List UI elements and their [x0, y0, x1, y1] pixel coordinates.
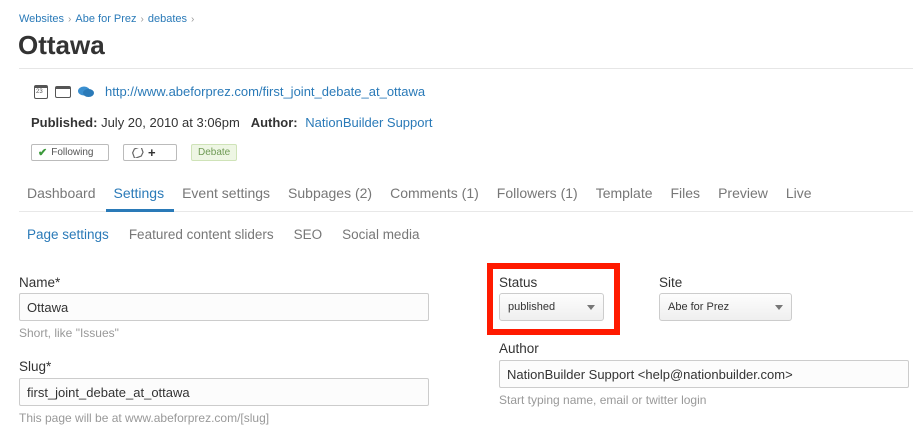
published-info: Published: July 20, 2010 at 3:06pm Autho… — [31, 115, 432, 130]
dropdown-arrow-icon — [775, 304, 783, 310]
slug-field[interactable]: first_joint_debate_at_ottawa — [19, 378, 429, 406]
tab-comments[interactable]: Comments (1) — [382, 178, 489, 212]
tab-dashboard[interactable]: Dashboard — [19, 178, 106, 212]
page-title: Ottawa — [18, 30, 105, 60]
name-field[interactable]: Ottawa — [19, 293, 429, 321]
tab-files[interactable]: Files — [663, 178, 711, 212]
author-label: Author: — [250, 115, 298, 130]
name-hint: Short, like "Issues" — [19, 326, 119, 340]
main-tabs: Dashboard Settings Event settings Subpag… — [19, 178, 913, 212]
name-label: Name* — [19, 275, 61, 290]
author-field[interactable]: NationBuilder Support <help@nationbuilde… — [499, 360, 909, 388]
author-field-label: Author — [499, 341, 539, 356]
breadcrumb-websites[interactable]: Websites — [19, 13, 64, 25]
breadcrumb: Websites › Abe for Prez › debates › — [19, 13, 194, 25]
divider — [19, 68, 913, 69]
author-hint: Start typing name, email or twitter logi… — [499, 393, 707, 407]
subtab-featured-content-sliders[interactable]: Featured content sliders — [121, 222, 282, 247]
site-selected-value: Abe for Prez — [668, 301, 730, 313]
chevron-right-icon: › — [68, 13, 72, 25]
tag-row: ✔ Following + Debate — [31, 144, 238, 161]
chevron-right-icon: › — [140, 13, 144, 25]
tab-settings[interactable]: Settings — [105, 178, 175, 212]
tag-icon — [132, 147, 144, 158]
subtab-social-media[interactable]: Social media — [334, 222, 427, 247]
highlight-annotation — [487, 263, 620, 335]
breadcrumb-debates[interactable]: debates — [148, 13, 187, 25]
site-label: Site — [659, 275, 683, 290]
slug-label: Slug* — [19, 359, 52, 374]
browser-window-icon — [55, 86, 71, 98]
tag-badge-debate[interactable]: Debate — [191, 144, 238, 161]
page-url-link[interactable]: http://www.abeforprez.com/first_joint_de… — [105, 84, 425, 99]
tab-subpages[interactable]: Subpages (2) — [280, 178, 382, 212]
subtab-page-settings[interactable]: Page settings — [19, 222, 117, 247]
tab-event-settings[interactable]: Event settings — [174, 178, 280, 212]
comments-icon — [78, 86, 94, 97]
add-tag-button[interactable]: + — [123, 144, 177, 161]
tab-live[interactable]: Live — [778, 178, 822, 212]
tab-preview[interactable]: Preview — [710, 178, 778, 212]
calendar-icon — [34, 84, 48, 99]
subtab-seo[interactable]: SEO — [286, 222, 331, 247]
published-date: July 20, 2010 at 3:06pm — [101, 115, 240, 130]
author-link[interactable]: NationBuilder Support — [305, 115, 432, 130]
chevron-right-icon: › — [191, 13, 195, 25]
following-button[interactable]: ✔ Following — [31, 144, 109, 161]
add-tag-plus: + — [148, 145, 156, 160]
tab-followers[interactable]: Followers (1) — [489, 178, 588, 212]
published-label: Published: — [31, 115, 98, 130]
checkmark-icon: ✔ — [38, 147, 48, 159]
breadcrumb-site[interactable]: Abe for Prez — [75, 13, 136, 25]
page-meta-row: http://www.abeforprez.com/first_joint_de… — [34, 84, 425, 99]
site-select[interactable]: Abe for Prez — [659, 293, 792, 321]
following-label: Following — [51, 147, 94, 158]
tab-template[interactable]: Template — [588, 178, 663, 212]
settings-subtabs: Page settings Featured content sliders S… — [19, 222, 427, 247]
slug-hint: This page will be at www.abeforprez.com/… — [19, 411, 270, 425]
